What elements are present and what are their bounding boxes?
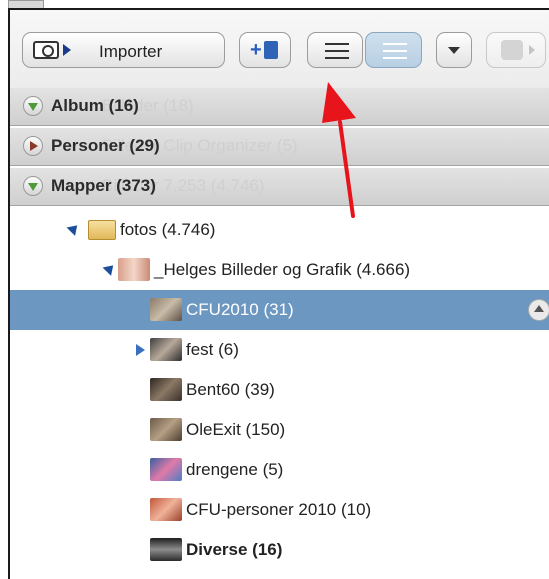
eject-icon[interactable]	[528, 299, 549, 321]
album-thumbnail	[150, 418, 182, 441]
plus-icon: +	[250, 39, 262, 61]
share-button[interactable]	[486, 32, 546, 68]
tree-row[interactable]: Bent60 (39)	[10, 370, 549, 410]
disclosure-expanded-icon[interactable]	[23, 176, 43, 196]
new-album-icon	[264, 41, 278, 59]
list-view-icon	[325, 42, 349, 60]
tree-row[interactable]: CFU-personer 2010 (10)	[10, 490, 549, 530]
tree-row[interactable]: fest (6)	[10, 330, 549, 370]
item-label: OleExit (150)	[186, 420, 286, 439]
album-thumbnail	[150, 378, 182, 401]
folder-icon	[88, 220, 116, 240]
section-label: Album (16)	[51, 96, 139, 115]
organizer-panel: Importer + Billeder (18) Album (16) Bill…	[8, 8, 549, 579]
album-thumbnail	[150, 538, 182, 561]
subfolder-label: _Helges Billeder og Grafik (4.666)	[154, 260, 411, 279]
play-arrow-icon	[529, 45, 535, 55]
disclosure-open-icon[interactable]	[66, 221, 82, 236]
play-arrow-icon	[63, 44, 71, 56]
import-button[interactable]: Importer	[22, 32, 225, 68]
tree-row-selected[interactable]: CFU2010 (31)	[10, 290, 549, 330]
item-label: Bent60 (39)	[186, 380, 275, 399]
item-label: drengene (5)	[186, 460, 284, 479]
camera-icon	[33, 41, 59, 59]
chevron-down-icon	[448, 47, 460, 54]
section-personer[interactable]: Billeder Clip Organizer (5) Personer (29…	[10, 128, 549, 166]
tree-row-folder[interactable]: fotos (4.746)	[10, 210, 549, 250]
import-label: Importer	[99, 42, 163, 61]
folder-label: fotos (4.746)	[120, 220, 216, 239]
toolbar: Importer +	[10, 10, 549, 89]
tree-row[interactable]: drengene (5)	[10, 450, 549, 490]
disclosure-closed-icon[interactable]	[136, 344, 145, 356]
section-label: Personer (29)	[51, 136, 160, 155]
item-label: CFU-personer 2010 (10)	[186, 500, 372, 519]
album-thumbnail	[150, 338, 182, 361]
section-label: Mapper (373)	[51, 176, 156, 195]
album-thumbnail	[150, 498, 182, 521]
item-label: fest (6)	[186, 340, 239, 359]
item-label: Diverse (16)	[186, 540, 283, 559]
item-label: CFU2010 (31)	[186, 300, 294, 319]
tree-row-subfolder[interactable]: _Helges Billeder og Grafik (4.666)	[10, 250, 549, 290]
tree-row[interactable]: Diverse (16)	[10, 530, 549, 570]
subfolder-thumbnail	[118, 258, 150, 281]
grouped-list-view-button[interactable]	[365, 32, 422, 68]
list-view-button[interactable]	[307, 32, 363, 68]
disclosure-collapsed-icon[interactable]	[23, 136, 43, 156]
section-album[interactable]: Billeder (18) Album (16)	[10, 88, 549, 126]
album-thumbnail	[150, 458, 182, 481]
share-icon	[501, 40, 523, 60]
view-menu-button[interactable]	[436, 32, 472, 68]
disclosure-open-icon[interactable]	[102, 261, 118, 276]
section-mapper[interactable]: Billeder 7.253 (4.746) Mapper (373)	[10, 168, 549, 206]
tree-row[interactable]: OleExit (150)	[10, 410, 549, 450]
grouped-list-view-icon	[383, 42, 407, 60]
new-album-button[interactable]: +	[239, 32, 291, 68]
disclosure-expanded-icon[interactable]	[23, 96, 43, 116]
album-thumbnail	[150, 298, 182, 321]
